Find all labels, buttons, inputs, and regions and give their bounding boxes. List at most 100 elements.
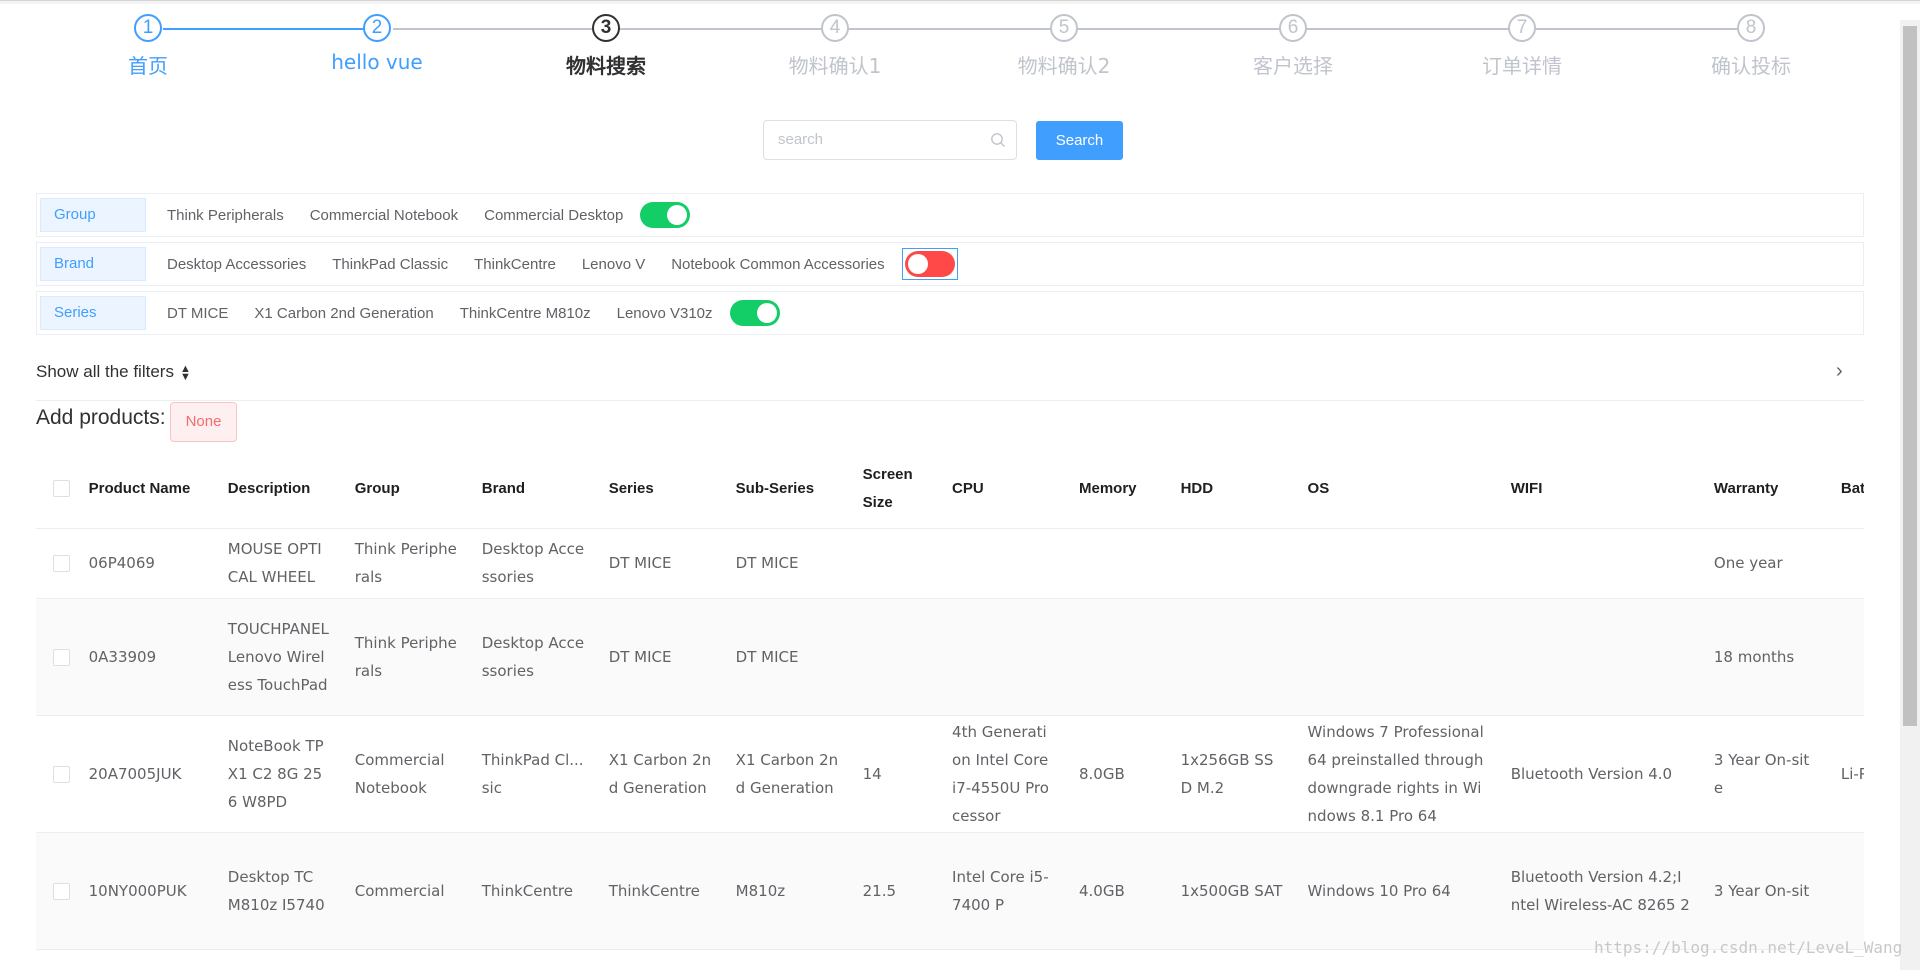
table-cell: [1828, 598, 1864, 716]
search-input[interactable]: [778, 121, 988, 157]
table-cell: [940, 598, 1067, 716]
filter-option[interactable]: Commercial Notebook: [310, 207, 458, 224]
table-cell: Commercial: [342, 832, 470, 950]
search-icon[interactable]: [990, 132, 1006, 148]
table-cell: NoteBook TP X1 C2 8G 256 W8PD: [215, 715, 343, 833]
row-checkbox[interactable]: [53, 765, 70, 783]
brand-toggle-switch[interactable]: [904, 251, 955, 277]
column-header: CPU: [940, 450, 1067, 529]
table-cell: 1x256GB SSD M.2: [1168, 715, 1296, 833]
filter-option[interactable]: Think Peripherals: [167, 207, 284, 224]
table-cell: 1x500GB SAT: [1168, 832, 1296, 950]
vertical-scrollbar[interactable]: [1900, 20, 1920, 970]
table-cell: Desktop TC M810z I5740: [215, 832, 343, 950]
filter-option[interactable]: Desktop Accessories: [167, 256, 306, 273]
table-cell: MOUSE OPTICAL WHEEL: [215, 528, 343, 599]
search-button[interactable]: Search: [1036, 121, 1123, 160]
table-cell: ThinkPad Cl...sic: [469, 715, 597, 833]
sort-caret-icon: ▲ ▼: [179, 362, 191, 383]
step-number-circle: 5: [1050, 14, 1078, 42]
filter-option[interactable]: Commercial Desktop: [484, 207, 623, 224]
table-cell: 21.5: [850, 832, 941, 950]
table-row[interactable]: 10NY000PUK Desktop TC M810z I5740 Commerci…: [36, 832, 1864, 950]
step-7: 7 订单详情: [1442, 12, 1602, 79]
table-cell: [1168, 598, 1296, 716]
step-2[interactable]: 2 hello vue: [297, 12, 457, 74]
brand-toggle-focus-ring: [901, 248, 958, 280]
column-header: WIFI: [1498, 450, 1702, 529]
column-header: Description: [215, 450, 343, 529]
table-cell: DT MICE: [596, 598, 724, 716]
column-header: Brand: [469, 450, 597, 529]
step-3[interactable]: 3 物料搜索: [526, 12, 686, 79]
filter-option[interactable]: ThinkPad Classic: [332, 256, 448, 273]
table-cell: Bluetooth Version 4.0: [1498, 715, 1702, 833]
filter-option[interactable]: ThinkCentre M810z: [460, 305, 591, 322]
progress-steps: 1 首页 2 hello vue 3 物料搜索 4 物料确认1 5 物料确认2 6 客户选择 7 订单详情…: [0, 12, 1900, 92]
table-cell: [850, 528, 941, 599]
table-cell: [1498, 528, 1702, 599]
toggle-knob: [667, 205, 688, 225]
row-select-cell: [36, 528, 77, 599]
table-cell: [1168, 528, 1296, 599]
table-cell: 06P4069: [76, 528, 216, 599]
table-cell: [1828, 528, 1864, 599]
table-cell: [1295, 598, 1499, 716]
series-toggle-switch[interactable]: [729, 300, 780, 326]
toggle-knob: [907, 254, 928, 274]
row-checkbox[interactable]: [53, 648, 70, 666]
watermark: https://blog.csdn.net/LeveL_Wang: [1594, 938, 1903, 957]
filter-option[interactable]: Notebook Common Accessories: [671, 256, 884, 273]
table-cell: DT MICE: [723, 528, 851, 599]
select-all-cell: [36, 450, 77, 529]
filter-option[interactable]: DT MICE: [167, 305, 228, 322]
table-cell: 14: [850, 715, 941, 833]
row-checkbox[interactable]: [53, 555, 70, 572]
window-top-border: [0, 0, 1920, 4]
table-row[interactable]: 0A33909 TOUCHPANEL Lenovo Wireless TouchP…: [36, 598, 1864, 716]
row-select-cell: [36, 598, 77, 716]
column-header: Memory: [1067, 450, 1169, 529]
show-all-filters-toggle[interactable]: Show all the filters ▲ ▼: [36, 362, 191, 382]
step-1[interactable]: 1 首页: [68, 12, 228, 79]
table-cell: Desktop Accessories: [469, 528, 597, 599]
table-row[interactable]: 06P4069 MOUSE OPTICAL WHEEL Think Peripher…: [36, 528, 1864, 599]
row-checkbox[interactable]: [53, 882, 70, 900]
column-header: Warranty: [1701, 450, 1829, 529]
table-cell: 4.0GB: [1067, 832, 1169, 950]
filter-option[interactable]: Lenovo V: [582, 256, 645, 273]
group-toggle-switch[interactable]: [640, 202, 691, 228]
filter-option[interactable]: ThinkCentre: [474, 256, 556, 273]
filter-option[interactable]: Lenovo V310z: [617, 305, 713, 322]
table-row[interactable]: 20A7005JUK NoteBook TP X1 C2 8G 256 W8PD C…: [36, 715, 1864, 833]
step-8: 8 确认投标: [1671, 12, 1831, 79]
scrollbar-thumb[interactable]: [1903, 26, 1917, 726]
search-box: [763, 120, 1017, 160]
table-cell: M810z: [723, 832, 851, 950]
row-select-cell: [36, 832, 77, 950]
table-cell: Windows 7 Professional 64 preinstalled t…: [1295, 715, 1499, 833]
filter-row-series: Series DT MICE X1 Carbon 2nd Generation …: [36, 291, 1864, 335]
select-all-checkbox[interactable]: [53, 480, 70, 498]
table-cell: 18 months: [1701, 598, 1829, 716]
table-cell: [1828, 832, 1864, 950]
row-select-cell: [36, 715, 77, 833]
step-6: 6 客户选择: [1213, 12, 1373, 79]
table-cell: 3 Year On-site: [1701, 715, 1829, 833]
table-cell: 20A7005JUK: [76, 715, 216, 833]
chevron-right-icon[interactable]: ›: [1836, 360, 1843, 383]
table-cell: [1067, 598, 1169, 716]
table-cell: Windows 10 Pro 64: [1295, 832, 1499, 950]
column-header: Screen Size: [850, 450, 941, 529]
table-cell: 4th Generation Intel Core i7-4550U Proce…: [940, 715, 1067, 833]
filter-option[interactable]: X1 Carbon 2nd Generation: [254, 305, 433, 322]
table-cell: One year: [1701, 528, 1829, 599]
step-number-circle: 1: [134, 14, 162, 42]
step-label: 物料确认2: [1017, 54, 1111, 78]
step-number-circle: 8: [1737, 14, 1765, 42]
table-cell: 0A33909: [76, 598, 216, 716]
table-cell: Think Peripherals: [342, 598, 470, 716]
table-cell: Think Peripherals: [342, 528, 470, 599]
table-cell: ThinkCentre: [469, 832, 597, 950]
table-cell: Li-Polymer: [1828, 715, 1864, 833]
